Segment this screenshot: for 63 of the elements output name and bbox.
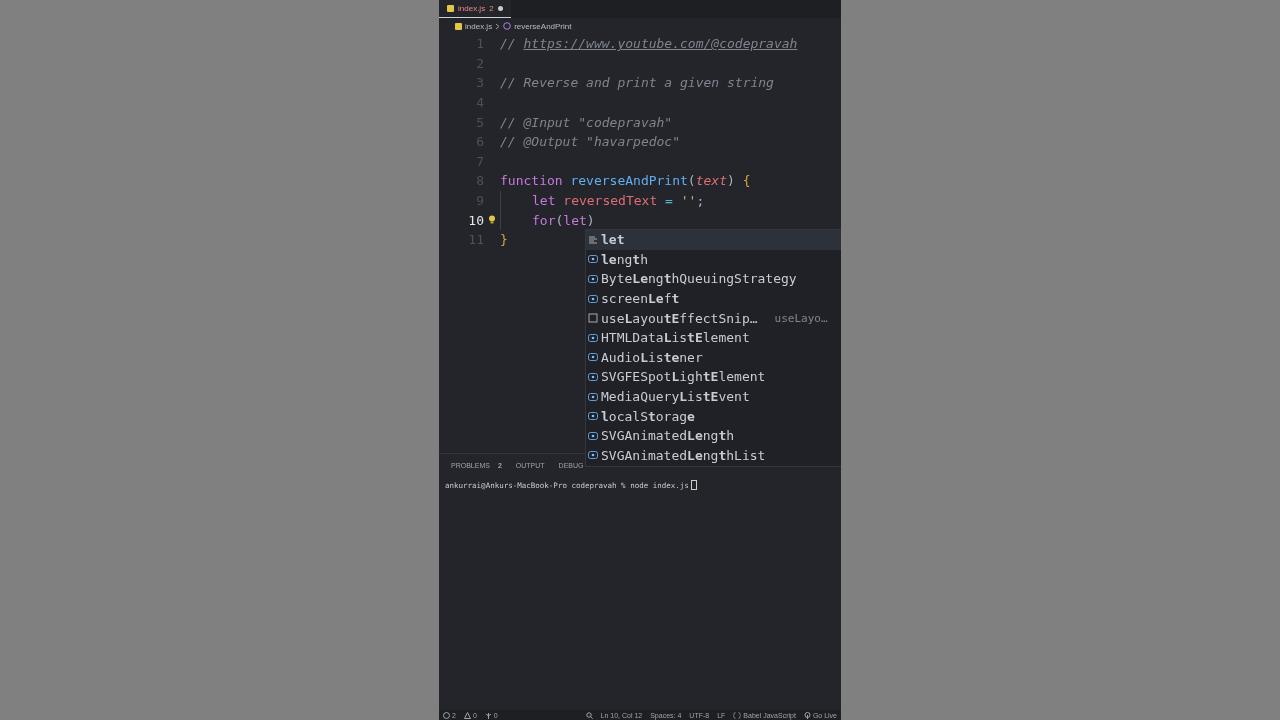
- variable-icon: [588, 372, 598, 381]
- suggestion-label: SVGAnimatedLength: [601, 428, 735, 444]
- suggestion-item[interactable]: SVGAnimatedLengthList: [586, 445, 841, 466]
- function-icon: [503, 22, 512, 30]
- suggestion-label: SVGFESpotLightElement: [601, 369, 766, 385]
- suggestion-label: localStorage: [601, 408, 695, 424]
- suggestion-item[interactable]: ByteLengthQueuingStrategy: [586, 269, 841, 289]
- variable-icon: [588, 333, 598, 342]
- suggestion-label: ByteLengthQueuingStrategy: [601, 271, 797, 287]
- suggestion-item[interactable]: let: [586, 230, 841, 250]
- editor-tab[interactable]: index.js 2: [439, 0, 511, 18]
- suggestion-item[interactable]: HTMLDataListElement: [586, 327, 841, 348]
- tab-title: index.js: [458, 4, 486, 13]
- snippet-icon: [588, 313, 598, 324]
- suggestion-label: SVGAnimatedLengthList: [601, 447, 766, 463]
- variable-icon: [588, 431, 598, 440]
- suggestion-item[interactable]: useLayoutEffectSnip… useLayo…: [586, 308, 841, 328]
- error-count: 2: [489, 4, 494, 13]
- antenna-icon: [484, 711, 492, 719]
- code-line: }: [500, 232, 508, 248]
- variable-icon: [588, 353, 598, 362]
- suggestion-label: AudioListener: [601, 349, 703, 365]
- code-line: for(let): [532, 212, 595, 228]
- suggestion-label: length: [601, 251, 648, 267]
- error-icon: [443, 711, 450, 719]
- chevron-icon: [495, 22, 501, 30]
- suggestion-detail: useLayo…: [774, 311, 828, 325]
- code-line: // @Input "codepravah": [500, 114, 673, 130]
- terminal-cursor: [690, 480, 697, 490]
- code-line: // https://www.youtube.com/@codepravah: [500, 36, 798, 52]
- suggestion-item[interactable]: localStorage: [586, 406, 841, 426]
- suggestion-item[interactable]: SVGFESpotLightElement: [586, 367, 841, 387]
- warning-icon: [463, 711, 471, 719]
- suggestion-item[interactable]: screenLeft: [586, 288, 841, 309]
- variable-icon: [588, 275, 598, 283]
- suggestion-item[interactable]: AudioListener: [586, 347, 841, 368]
- breadcrumb-item[interactable]: reverseAndPrint: [514, 21, 572, 31]
- suggestion-label: useLayoutEffectSnip…: [601, 310, 758, 326]
- js-file-icon: [447, 5, 454, 12]
- suggestion-label: MediaQueryListEvent: [601, 389, 750, 405]
- variable-icon: [588, 255, 598, 264]
- suggestion-label: screenLeft: [601, 291, 680, 307]
- code-line: // @Output "havarpedoc": [500, 134, 680, 150]
- suggestion-item[interactable]: SVGAnimatedLength: [586, 425, 841, 446]
- broadcast-icon: [803, 711, 811, 719]
- suggestion-label: HTMLDataListElement: [601, 330, 750, 346]
- variable-icon: [588, 294, 598, 303]
- js-file-icon: [455, 22, 462, 30]
- suggestion-item[interactable]: MediaQueryListEvent: [586, 386, 841, 407]
- zoom-icon[interactable]: [585, 711, 593, 719]
- code-line: let reversedText = '';: [532, 193, 705, 209]
- suggestion-item[interactable]: length: [586, 249, 841, 270]
- variable-icon: [588, 412, 598, 421]
- variable-icon: [588, 451, 598, 460]
- code-line: // Reverse and print a given string: [500, 75, 774, 91]
- lightbulb-icon[interactable]: [488, 215, 496, 226]
- line-number: 10: [467, 212, 484, 228]
- suggestion-label: let: [601, 232, 625, 248]
- keyword-icon: [588, 235, 598, 244]
- code-line: function reverseAndPrint(text) {: [500, 173, 751, 189]
- variable-icon: [588, 392, 598, 401]
- braces-icon: [733, 711, 742, 719]
- breadcrumb-item[interactable]: index.js: [465, 21, 493, 31]
